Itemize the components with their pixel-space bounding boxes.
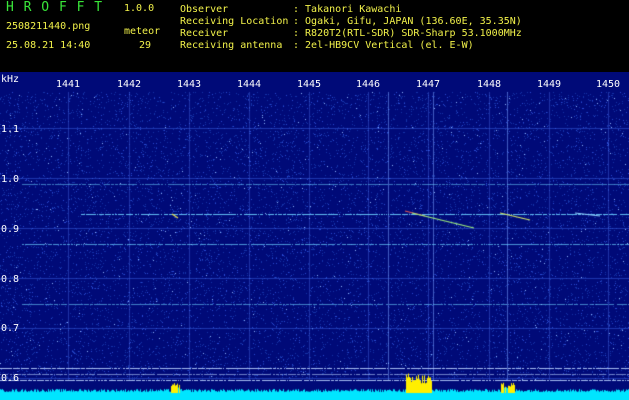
receiver-label: Receiver: [180, 28, 229, 39]
observer-value: : Takanori Kawachi: [293, 4, 402, 15]
location-label: Receiving Location: [180, 16, 289, 27]
app-title: H R O F F T: [6, 0, 104, 15]
y-tick-1-0: 1.0: [1, 174, 20, 185]
y-tick-0-9: 0.9: [1, 224, 20, 235]
x-tick-1448: 1448: [476, 79, 502, 90]
receiver-value: : R820T2(RTL-SDR) SDR-Sharp 53.1000MHz: [293, 28, 522, 39]
file-name: 2508211440.png: [6, 21, 91, 32]
y-tick-0-8: 0.8: [1, 274, 20, 285]
meteor-label: meteor: [124, 26, 161, 37]
x-tick-1445: 1445: [296, 79, 322, 90]
location-value: : Ogaki, Gifu, JAPAN (136.60E, 35.35N): [293, 16, 522, 27]
antenna-value: : 2el-HB9CV Vertical (el. E-W): [293, 40, 474, 51]
x-tick-1441: 1441: [55, 79, 81, 90]
antenna-label: Receiving antenna: [180, 40, 283, 51]
x-tick-1444: 1444: [236, 79, 262, 90]
x-tick-1447: 1447: [415, 79, 441, 90]
date-time: 25.08.21 14:40: [6, 40, 91, 51]
spectrogram-waterfall: [0, 72, 629, 400]
x-tick-1450: 1450: [595, 79, 621, 90]
observer-label: Observer: [180, 4, 229, 15]
y-axis-unit: kHz: [1, 74, 20, 85]
x-tick-1442: 1442: [116, 79, 142, 90]
y-tick-1-1: 1.1: [1, 124, 20, 135]
x-tick-1446: 1446: [355, 79, 381, 90]
x-tick-1443: 1443: [176, 79, 202, 90]
header-panel: H R O F F T 1.0.0 2508211440.png meteor …: [0, 0, 629, 72]
y-tick-0-7: 0.7: [1, 323, 20, 334]
y-tick-0-6: 0.6: [1, 373, 20, 384]
meteor-count: 29: [139, 40, 152, 51]
x-tick-1449: 1449: [536, 79, 562, 90]
app-version: 1.0.0: [124, 3, 155, 14]
